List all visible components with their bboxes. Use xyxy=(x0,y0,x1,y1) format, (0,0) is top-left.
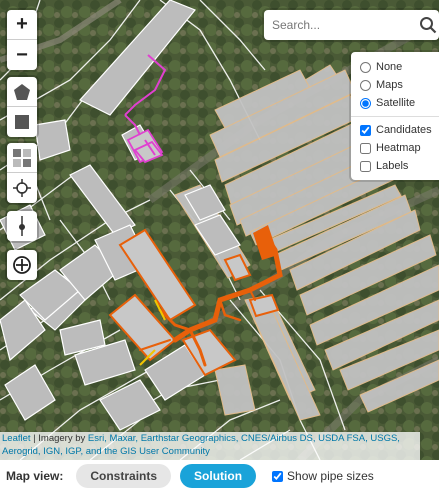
overlay-label-labels: Labels xyxy=(376,160,409,172)
overlay-labels[interactable]: Labels xyxy=(360,157,439,175)
constraints-button[interactable]: Constraints xyxy=(76,464,172,488)
overlay-heatmap[interactable]: Heatmap xyxy=(360,139,439,157)
polygon-draw-icon xyxy=(14,83,30,100)
show-pipe-sizes-toggle[interactable]: Show pipe sizes xyxy=(272,469,374,483)
add-location-icon xyxy=(13,256,31,274)
search-button[interactable] xyxy=(417,14,439,36)
basemap-option-satellite[interactable]: Satellite xyxy=(360,94,439,112)
map-view-bar: Map view: Constraints Solution Show pipe… xyxy=(0,460,439,492)
layers-panel: None Maps Satellite Candidates Heatmap L… xyxy=(351,52,439,180)
search-input[interactable] xyxy=(272,12,417,38)
overlay-candidates[interactable]: Candidates xyxy=(360,121,439,139)
basemap-label-none: None xyxy=(376,61,403,73)
basemap-option-maps[interactable]: Maps xyxy=(360,76,439,94)
draw-rectangle-button[interactable] xyxy=(7,107,37,137)
locate-button[interactable] xyxy=(7,173,37,203)
basemap-radio-none[interactable] xyxy=(360,61,371,73)
overlay-checkbox-heatmap[interactable] xyxy=(360,142,371,154)
attribution-separator: | Imagery by xyxy=(30,433,88,444)
attribution: Leaflet | Imagery by Esri, Maxar, Earths… xyxy=(0,432,420,460)
layers-separator xyxy=(351,116,439,117)
zoom-out-button[interactable]: − xyxy=(7,40,37,70)
basemap-label-satellite: Satellite xyxy=(376,97,416,109)
pin-icon xyxy=(19,216,25,236)
draw-polygon-button[interactable] xyxy=(7,77,37,107)
overlay-label-candidates: Candidates xyxy=(376,124,432,136)
pin-button[interactable] xyxy=(7,211,37,241)
zoom-control: + − xyxy=(7,10,37,70)
show-pipe-sizes-checkbox[interactable] xyxy=(272,470,284,482)
rectangle-draw-icon xyxy=(15,115,29,129)
leaflet-link[interactable]: Leaflet xyxy=(2,433,31,444)
add-location-control xyxy=(7,250,37,280)
basemap-option-none[interactable]: None xyxy=(360,58,439,76)
overlay-checkbox-labels[interactable] xyxy=(360,160,371,172)
draw-control xyxy=(7,77,37,137)
tile-control xyxy=(7,143,37,203)
overlay-label-heatmap: Heatmap xyxy=(376,142,421,154)
search-icon xyxy=(420,17,437,34)
solution-button[interactable]: Solution xyxy=(180,464,257,488)
basemap-label-maps: Maps xyxy=(376,79,403,91)
crosshair-icon xyxy=(13,179,31,197)
map-view-label: Map view: xyxy=(6,469,64,483)
map-canvas[interactable]: + − Search... None Maps Satellite Candid… xyxy=(0,0,439,460)
basemap-radio-satellite[interactable] xyxy=(360,97,371,109)
zoom-in-button[interactable]: + xyxy=(7,10,37,40)
basemap-radio-maps[interactable] xyxy=(360,79,371,91)
search-box xyxy=(264,10,439,40)
grid-button[interactable] xyxy=(7,143,37,173)
grid-icon xyxy=(13,148,31,167)
add-location-button[interactable] xyxy=(7,250,37,280)
overlay-checkbox-candidates[interactable] xyxy=(360,124,371,136)
pin-control xyxy=(7,211,37,241)
show-pipe-sizes-label: Show pipe sizes xyxy=(287,469,374,483)
